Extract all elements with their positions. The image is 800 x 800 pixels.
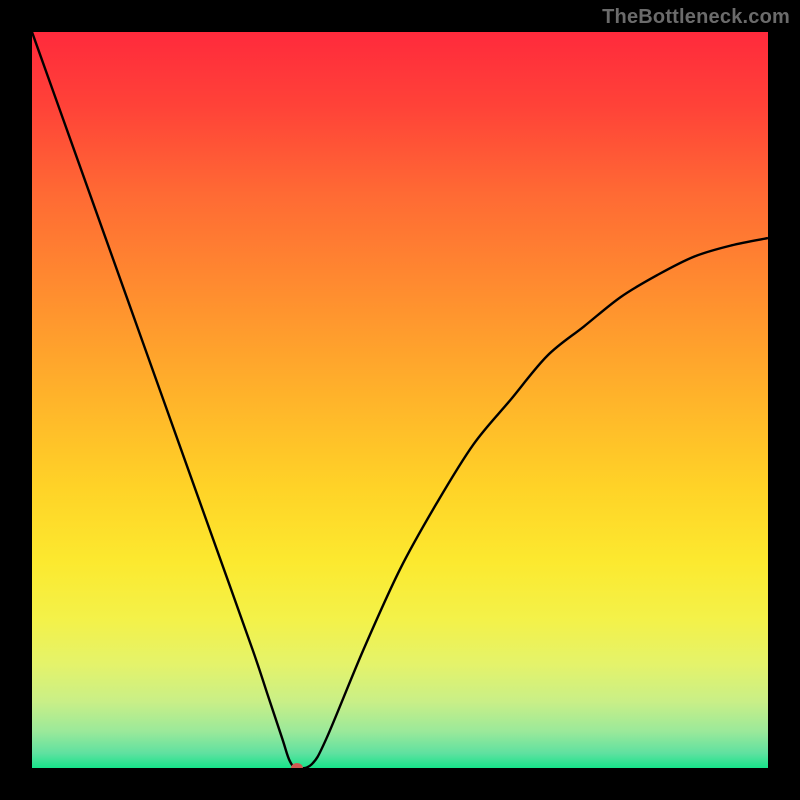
gradient-background [32,32,768,768]
chart-frame: TheBottleneck.com [0,0,800,800]
bottleneck-chart [32,32,768,768]
plot-area [32,32,768,768]
watermark-text: TheBottleneck.com [602,6,790,29]
